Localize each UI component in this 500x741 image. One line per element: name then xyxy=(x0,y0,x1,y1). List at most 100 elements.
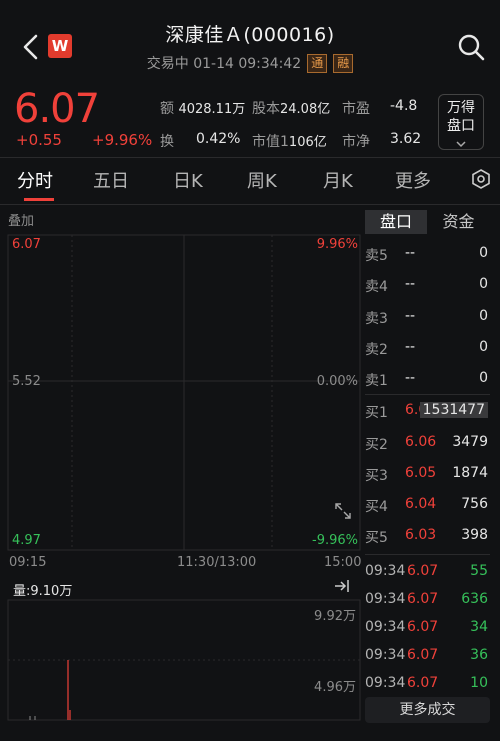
tag-rong: 融 xyxy=(333,54,354,73)
trade-time: 09:34 xyxy=(365,563,406,579)
trade-volume: 36 xyxy=(470,647,488,663)
trade-time: 09:34 xyxy=(365,647,406,663)
arrow-to-line-icon xyxy=(335,580,349,592)
bottom-nav-fragment xyxy=(0,732,500,741)
y-left-top: 6.07 xyxy=(12,237,41,252)
stat-label: 股本 xyxy=(252,101,280,117)
ask-volume: 0 xyxy=(479,308,488,324)
stock-title: 深康佳Ａ(000016) xyxy=(165,24,335,46)
ask-row-1: 卖1 -- 0 xyxy=(365,370,490,390)
trade-price: 6.07 xyxy=(407,619,439,635)
stat-mktcap: 市值1106亿 xyxy=(252,131,327,151)
stat-value: 4028.11万 xyxy=(178,102,246,117)
ask-row-4: 卖4 -- 0 xyxy=(365,276,490,296)
y-right-bottom: -9.96% xyxy=(312,533,358,548)
tab-5day[interactable]: 五日 xyxy=(93,167,129,193)
ask-row-2: 卖2 -- 0 xyxy=(365,339,490,359)
trade-time: 09:34 xyxy=(365,675,406,691)
price-change: +0.55 xyxy=(16,131,62,149)
wd-line1: 万得 xyxy=(447,100,475,116)
tab-funds[interactable]: 资金 xyxy=(427,210,490,234)
search-icon xyxy=(458,34,485,61)
active-tab-indicator xyxy=(24,198,54,201)
ask-price: -- xyxy=(405,339,416,355)
price-change-pct: +9.96% xyxy=(92,131,153,149)
ask-volume: 0 xyxy=(479,245,488,261)
stat-amount: 额 4028.11万 xyxy=(160,98,245,118)
ask-row-5: 卖5 -- 0 xyxy=(365,245,490,265)
tab-intraday[interactable]: 分时 xyxy=(17,167,53,193)
stat-label: 额 xyxy=(160,101,174,117)
expand-icon xyxy=(335,503,351,519)
trade-time: 09:34 xyxy=(365,619,406,635)
bid-price: 6.06 xyxy=(405,434,437,450)
trade-volume: 10 xyxy=(470,675,488,691)
bid-label: 买4 xyxy=(365,499,388,515)
tab-more[interactable]: 更多 xyxy=(395,167,431,193)
bid-row-1: 买16.071531477 xyxy=(365,402,490,422)
bid-volume: 1531477 xyxy=(419,402,488,418)
bid-volume: 398 xyxy=(461,527,488,543)
y-right-mid: 0.00% xyxy=(316,374,358,389)
y-left-mid: 5.52 xyxy=(12,374,41,389)
search-button[interactable] xyxy=(456,32,486,62)
stat-turnover: 换 xyxy=(160,131,174,151)
ask-volume: 0 xyxy=(479,370,488,386)
stat-label: 市值1 xyxy=(252,134,289,150)
stat-value: 106亿 xyxy=(288,135,327,150)
ask-volume: 0 xyxy=(479,339,488,355)
fullscreen-button[interactable] xyxy=(334,502,352,524)
bid-label: 买5 xyxy=(365,530,388,546)
tab-daily-k[interactable]: 日K xyxy=(173,167,203,193)
intraday-chart xyxy=(7,234,361,721)
vol-right-mid: 4.96万 xyxy=(314,680,356,695)
trade-volume: 34 xyxy=(470,619,488,635)
ask-label: 卖1 xyxy=(365,373,388,389)
stat-pb: 市净 xyxy=(342,131,370,151)
bid-volume: 1874 xyxy=(452,465,488,481)
bid-row-5: 买5 6.03 398 xyxy=(365,527,490,547)
volume-indicator-switch[interactable] xyxy=(333,578,351,598)
trade-price: 6.07 xyxy=(407,591,439,607)
last-price: 6.07 xyxy=(14,86,100,132)
bid-price: 6.03 xyxy=(405,527,437,543)
stat-value: 24.08亿 xyxy=(280,102,331,117)
wind-orderbook-button[interactable]: 万得 盘口 xyxy=(438,94,484,150)
trade-price: 6.07 xyxy=(407,647,439,663)
x-label-close: 15:00 xyxy=(324,555,362,570)
bid-label: 买3 xyxy=(365,468,388,484)
stat-pe: 市盈 xyxy=(342,98,370,118)
ask-price: -- xyxy=(405,308,416,324)
trade-price: 6.07 xyxy=(407,675,439,691)
x-label-midday: 11:30/13:00 xyxy=(177,555,257,570)
y-left-bottom: 4.97 xyxy=(12,533,41,548)
tab-orderbook[interactable]: 盘口 xyxy=(365,210,427,234)
chart-settings-button[interactable] xyxy=(471,169,491,193)
bid-row-2: 买2 6.06 3479 xyxy=(365,434,490,454)
stat-turnover-value: 0.42% xyxy=(196,131,241,147)
settings-hexagon-icon xyxy=(472,169,490,189)
tab-weekly-k[interactable]: 周K xyxy=(247,167,277,193)
ask-price: -- xyxy=(405,370,416,386)
x-label-open: 09:15 xyxy=(9,555,47,570)
bid-label: 买2 xyxy=(365,437,388,453)
stat-pb-value: 3.62 xyxy=(390,131,422,147)
ask-price: -- xyxy=(405,245,416,261)
status-bar xyxy=(0,0,500,10)
bid-row-3: 买3 6.05 1874 xyxy=(365,465,490,485)
trade-volume: 55 xyxy=(470,563,488,579)
bid-price: 6.05 xyxy=(405,465,437,481)
orderbook-tabs: 盘口 资金 xyxy=(365,210,490,234)
ask-label: 卖5 xyxy=(365,248,388,264)
divider xyxy=(365,394,490,395)
ask-row-3: 卖3 -- 0 xyxy=(365,308,490,328)
y-right-top: 9.96% xyxy=(316,237,358,252)
stat-pe-value: -4.8 xyxy=(390,98,418,114)
ask-price: -- xyxy=(405,276,416,292)
tag-tong: 通 xyxy=(307,54,328,73)
stat-label: 换 xyxy=(160,134,174,150)
wd-line2: 盘口 xyxy=(447,118,475,134)
trade-status: 交易中 01-14 09:34:42 通融 xyxy=(0,53,500,73)
tab-monthly-k[interactable]: 月K xyxy=(323,167,353,193)
more-trades-button[interactable]: 更多成交 xyxy=(365,697,490,723)
